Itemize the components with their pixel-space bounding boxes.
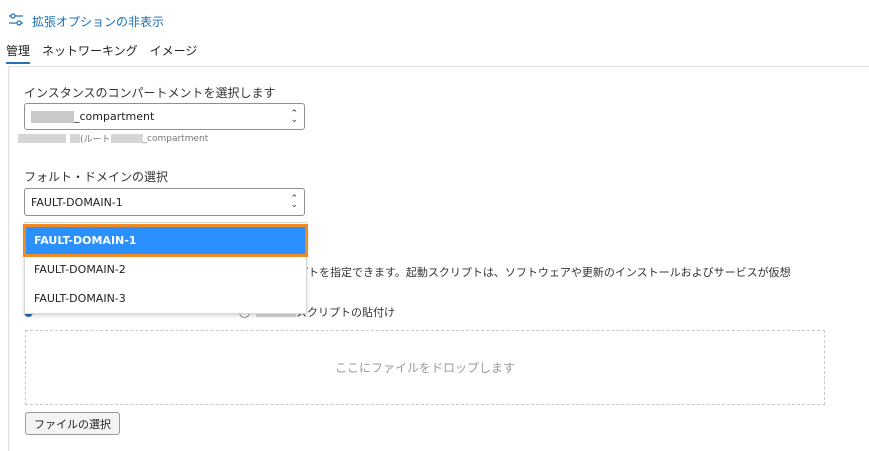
compartment-hint-suffix: _compartment (142, 133, 209, 144)
compartment-hint: (ルート _compartment (18, 132, 208, 145)
compartment-selected-value: _compartment (74, 110, 155, 123)
init-script-description: リプトを指定できます。起動スクリプトは、ソフトウェアや更新のインストールおよびサ… (286, 266, 791, 279)
select-file-button[interactable]: ファイルの選択 (25, 412, 120, 435)
compartment-select[interactable]: _compartment ⌃ ⌄ (24, 103, 305, 130)
compartment-label: インスタンスのコンパートメントを選択します (24, 86, 276, 100)
advanced-options-toggle[interactable]: 拡張オプションの非表示 (8, 12, 164, 31)
advanced-options-label[interactable]: 拡張オプションの非表示 (32, 13, 164, 30)
sliders-icon (8, 12, 24, 31)
radio-paste-label: スクリプトの貼付け (296, 306, 395, 319)
dropzone-text: ここにファイルをドロップします (334, 361, 515, 375)
fault-domain-select[interactable]: FAULT-DOMAIN-1 ⌃ ⌄ (24, 188, 305, 216)
fault-domain-option-3[interactable]: FAULT-DOMAIN-3 (25, 284, 306, 313)
fault-domain-label: フォルト・ドメインの選択 (24, 170, 169, 184)
redacted-block (31, 110, 74, 123)
tab-bar: 管理 ネットワーキング イメージ (6, 42, 197, 64)
fault-domain-selected-value: FAULT-DOMAIN-1 (31, 195, 123, 209)
select-arrows-icon: ⌃ ⌄ (290, 194, 298, 210)
file-dropzone[interactable]: ここにファイルをドロップします (25, 330, 825, 405)
fault-domain-option-2[interactable]: FAULT-DOMAIN-2 (25, 255, 306, 284)
select-arrows-icon: ⌃ ⌄ (290, 108, 298, 125)
fault-domain-dropdown-list: FAULT-DOMAIN-1 FAULT-DOMAIN-2 FAULT-DOMA… (23, 222, 308, 314)
redacted-block (110, 134, 143, 143)
fault-domain-option-1[interactable]: FAULT-DOMAIN-1 (23, 224, 308, 257)
redacted-block (70, 134, 80, 143)
tab-management[interactable]: 管理 (6, 42, 31, 64)
tab-networking[interactable]: ネットワーキング (42, 42, 138, 64)
compartment-hint-root: (ルート (80, 135, 111, 145)
redacted-block (18, 134, 66, 143)
tab-image[interactable]: イメージ (150, 42, 198, 64)
